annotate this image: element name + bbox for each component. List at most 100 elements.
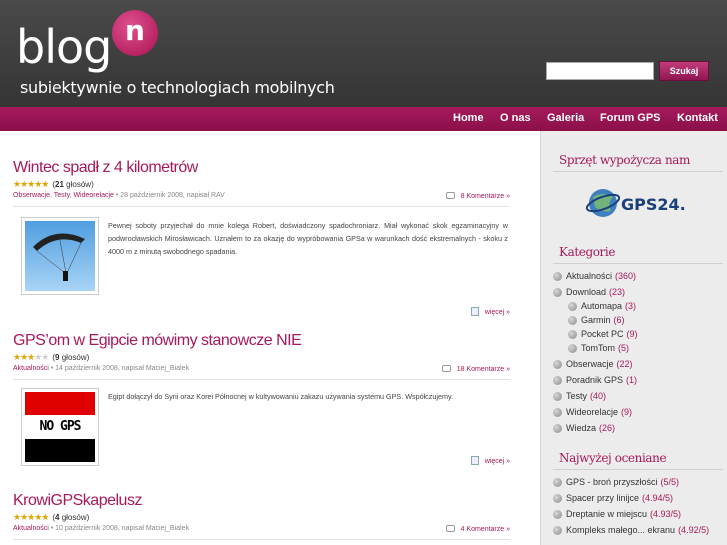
category-item[interactable]: Automapa (3) <box>568 301 636 311</box>
thumb-caption: NO GPS <box>25 415 95 439</box>
read-more-link[interactable]: więcej » <box>470 456 510 465</box>
divider <box>553 469 723 470</box>
category-item[interactable]: Poradnik GPS (1) <box>553 375 637 385</box>
bullet-icon <box>568 315 577 325</box>
bullet-icon <box>568 329 577 339</box>
post-meta: Aktualności • 10 październik 2008, napis… <box>13 525 510 533</box>
globe-icon: GPS24.pl <box>585 189 703 217</box>
top-rated-item[interactable]: Dreptanie w miejscu (4.93/5) <box>553 509 681 519</box>
rating-suffix: głosów <box>61 513 87 522</box>
site-tagline: subiektywnie o technologiach mobilnych <box>20 78 335 97</box>
categories-title: Kategorie <box>559 245 616 259</box>
top-rated-item[interactable]: Kompleks małego... ekranu (4.92/5) <box>553 525 709 535</box>
nav-about[interactable]: O nas <box>500 107 531 131</box>
parachute-image <box>25 221 95 291</box>
divider <box>13 539 510 540</box>
comment-icon <box>445 192 455 199</box>
post-rating: ★★★★★ (21 głosów) <box>13 179 94 190</box>
category-item[interactable]: Obserwacje (22) <box>553 359 633 369</box>
post-meta: Aktualności • 14 październik 2008, napis… <box>13 365 510 373</box>
bullet-icon <box>553 391 562 401</box>
post-title[interactable]: Wintec spadł z 4 kilometrów <box>13 159 510 177</box>
category-item[interactable]: Garmin (6) <box>568 315 625 325</box>
bullet-icon <box>568 343 577 353</box>
category-item[interactable]: Download (23) <box>553 287 625 297</box>
document-icon <box>470 456 479 465</box>
divider <box>13 206 510 207</box>
category-link[interactable]: Wideorelacje <box>73 192 113 199</box>
bullet-icon <box>568 301 577 311</box>
nav-forum-gps[interactable]: Forum GPS <box>600 107 661 131</box>
rating-count: 4 <box>55 513 60 522</box>
divider <box>553 263 723 264</box>
main-nav: Home O nas Galeria Forum GPS Kontakt <box>0 107 727 131</box>
posts-column: Wintec spadł z 4 kilometrów ★★★★★ (21 gł… <box>0 131 540 545</box>
comments-link[interactable]: 8 Komentarze » <box>445 192 510 200</box>
post: GPS’om w Egipcie mówimy stanowcze NIE ★★… <box>13 332 510 472</box>
rating-suffix: głosów <box>66 180 92 189</box>
post: KrowiGPSkapelusz ★★★★★ (4 głosów) Aktual… <box>13 492 510 545</box>
post-title[interactable]: GPS’om w Egipcie mówimy stanowcze NIE <box>13 332 510 350</box>
bullet-icon <box>553 509 562 519</box>
star-rating-icon[interactable]: ★★★★★ <box>13 512 49 523</box>
read-more-link[interactable]: więcej » <box>470 307 510 316</box>
category-link[interactable]: Aktualności <box>13 525 49 532</box>
post-meta: Obserwacje, Testy, Wideorelacje • 28 paź… <box>13 192 510 200</box>
document-icon <box>470 307 479 316</box>
comment-icon <box>441 365 451 372</box>
bullet-icon <box>553 375 562 385</box>
divider <box>13 379 510 380</box>
post-title[interactable]: KrowiGPSkapelusz <box>13 492 510 510</box>
category-item[interactable]: Aktualności (360) <box>553 271 636 281</box>
comment-icon <box>445 525 455 532</box>
post-date-author: 10 październik 2008, napisał Maciej_Bial… <box>55 525 189 532</box>
sponsor-logo[interactable]: GPS24.pl <box>585 183 703 223</box>
post-date-author: 28 październik 2008, napisał RAV <box>120 192 225 199</box>
nav-gallery[interactable]: Galeria <box>547 107 584 131</box>
sidebar: Sprzęt wypożycza nam GPS24.pl Kategorie … <box>540 131 727 545</box>
search-input[interactable] <box>546 62 654 80</box>
star-rating-icon[interactable]: ★★★★★ <box>13 179 49 190</box>
bullet-icon <box>553 287 562 297</box>
post-excerpt: Pewnej soboty przyjechał do mnie kolega … <box>108 221 508 256</box>
category-item[interactable]: Wideorelacje (9) <box>553 407 632 417</box>
category-item[interactable]: Testy (40) <box>553 391 606 401</box>
post-rating: ★★★★★ (9 głosów) <box>13 352 90 363</box>
bullet-icon <box>553 407 562 417</box>
top-rated-item[interactable]: Spacer przy linijce (4.94/5) <box>553 493 673 503</box>
bullet-icon <box>553 525 562 535</box>
egypt-flag-image: NO GPS <box>25 392 95 462</box>
rating-count: 21 <box>55 180 64 189</box>
nav-home[interactable]: Home <box>453 107 484 131</box>
comments-link[interactable]: 18 Komentarze » <box>441 365 510 373</box>
top-rated-item[interactable]: GPS - broń przyszłości (5/5) <box>553 477 679 487</box>
post-thumbnail[interactable] <box>21 217 99 295</box>
category-item[interactable]: Pocket PC (9) <box>568 329 638 339</box>
category-link[interactable]: Testy <box>54 192 70 199</box>
category-item[interactable]: TomTom (5) <box>568 343 629 353</box>
bullet-icon <box>553 271 562 281</box>
search-button[interactable]: Szukaj <box>659 61 709 81</box>
bullet-icon <box>553 359 562 369</box>
bullet-icon <box>553 493 562 503</box>
logo-bubble: n <box>112 10 158 56</box>
sponsor-logo-text: GPS24.pl <box>621 195 685 214</box>
category-item[interactable]: Wiedza (26) <box>553 423 615 433</box>
comments-link[interactable]: 4 Komentarze » <box>445 525 510 533</box>
post-excerpt: Egipt dołączył do Syrii oraz Korei Półno… <box>108 392 454 401</box>
category-link[interactable]: Obserwacje <box>13 192 50 199</box>
divider <box>553 171 723 172</box>
post: Wintec spadł z 4 kilometrów ★★★★★ (21 gł… <box>13 159 510 316</box>
bullet-icon <box>553 423 562 433</box>
post-rating: ★★★★★ (4 głosów) <box>13 512 90 523</box>
star-rating-icon[interactable]: ★★★★★ <box>13 352 49 363</box>
rating-count: 9 <box>55 353 60 362</box>
nav-contact[interactable]: Kontakt <box>677 107 718 131</box>
rating-suffix: głosów <box>61 353 87 362</box>
post-date-author: 14 październik 2008, napisał Maciej_Bial… <box>55 365 189 372</box>
top-rated-title: Najwyżej oceniane <box>559 451 667 465</box>
site-header: blog n subiektywnie o technologiach mobi… <box>0 0 727 107</box>
site-logo[interactable]: blog <box>16 18 112 76</box>
post-thumbnail[interactable]: NO GPS <box>21 388 99 466</box>
category-link[interactable]: Aktualności <box>13 365 49 372</box>
